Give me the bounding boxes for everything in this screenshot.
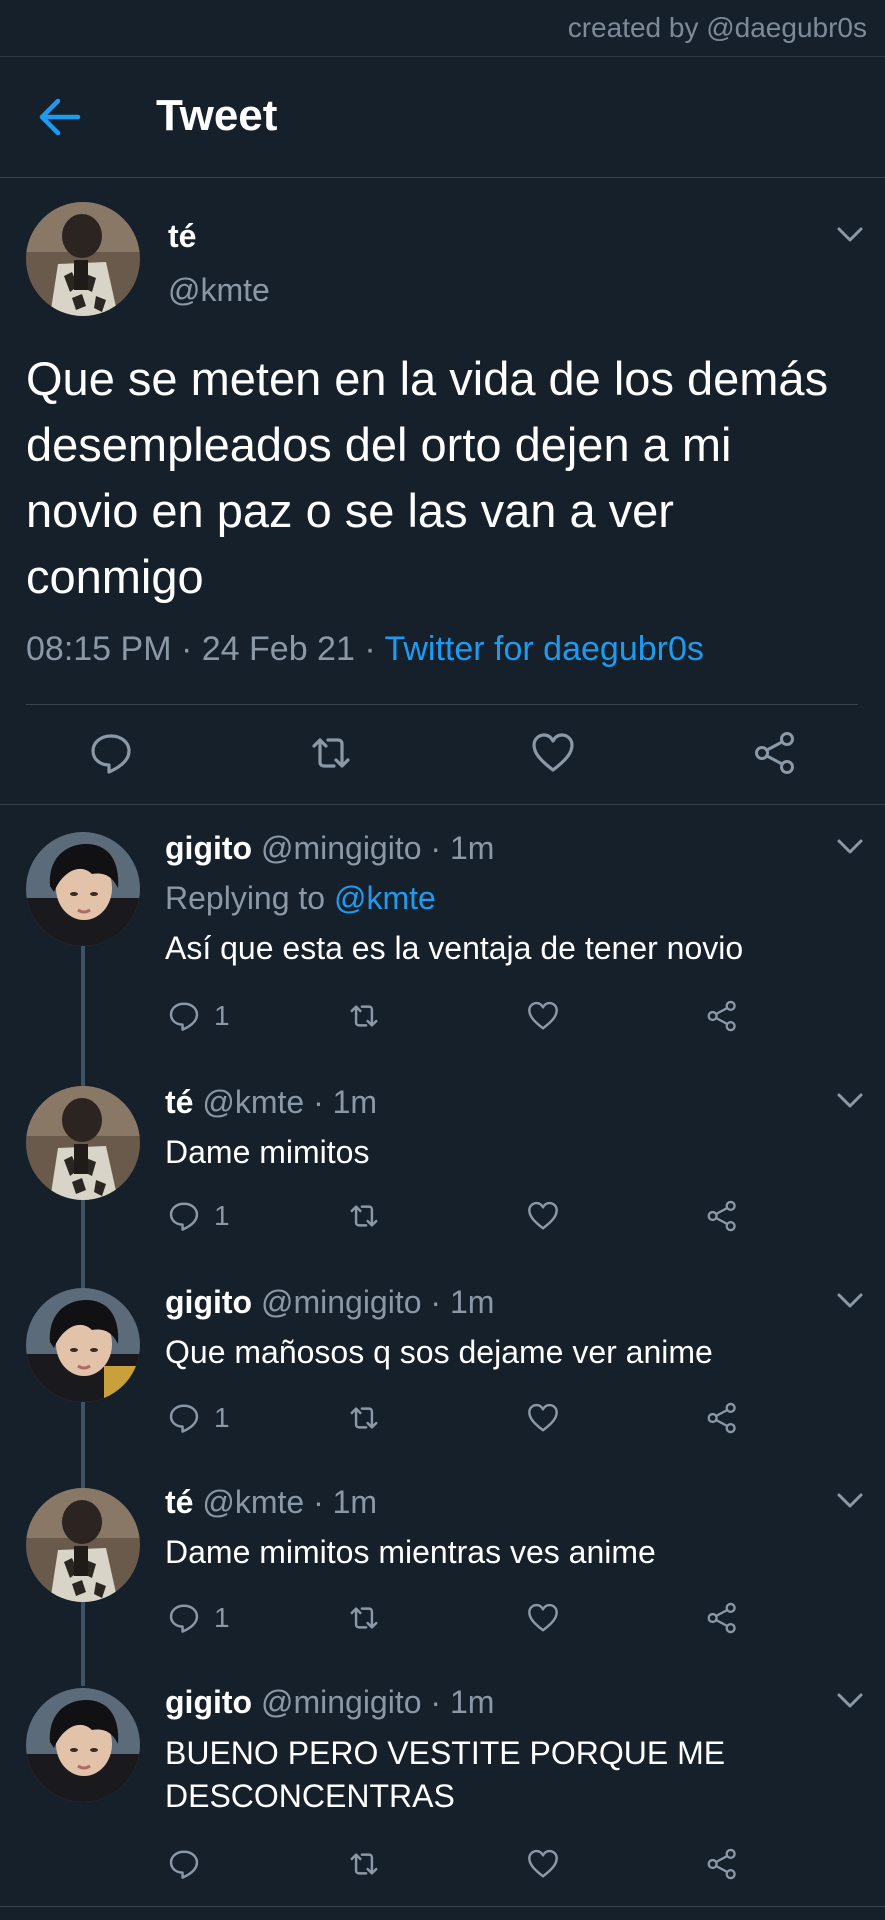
tweet-time: 08:15 PM xyxy=(26,630,172,668)
avatar-gigito[interactable] xyxy=(26,1688,140,1802)
reply-count: 1 xyxy=(214,1000,230,1031)
reply-button[interactable]: 1 xyxy=(166,1600,230,1636)
reply-author-handle[interactable]: @mingigito xyxy=(261,830,422,866)
reply-header: gigito @mingigito · 1m xyxy=(165,830,495,866)
arrow-left-icon[interactable] xyxy=(38,97,82,137)
retweet-icon[interactable] xyxy=(346,1600,382,1636)
reply-header: gigito @mingigito · 1m xyxy=(165,1684,495,1720)
reply-time: 1m xyxy=(449,1684,495,1720)
avatar-te[interactable] xyxy=(26,1488,140,1602)
reply-author-handle[interactable]: @kmte xyxy=(202,1084,304,1120)
share-icon[interactable] xyxy=(704,1600,740,1636)
share-icon[interactable] xyxy=(704,998,740,1034)
reply-text: BUENO PERO VESTITE PORQUE ME DESCONCENTR… xyxy=(165,1735,726,1814)
reply-count: 1 xyxy=(214,1200,230,1231)
chevron-down-icon[interactable] xyxy=(836,1692,864,1710)
app-header: Tweet xyxy=(0,57,885,178)
author-handle[interactable]: @kmte xyxy=(168,272,270,309)
avatar-te[interactable] xyxy=(26,202,140,316)
retweet-icon[interactable] xyxy=(346,998,382,1034)
reply-time: 1m xyxy=(449,830,495,866)
reply-text: Dame mimitos mientras ves anime xyxy=(165,1534,656,1570)
share-icon[interactable] xyxy=(704,1846,740,1882)
retweet-icon[interactable] xyxy=(346,1198,382,1234)
tweet-source[interactable]: Twitter for daegubr0s xyxy=(384,630,703,668)
reply-author-name[interactable]: gigito xyxy=(165,1684,252,1720)
reply-time: 1m xyxy=(332,1084,378,1120)
avatar-gigito[interactable] xyxy=(26,1288,140,1402)
heart-icon[interactable] xyxy=(528,728,578,778)
replying-to: Replying to @kmte xyxy=(165,880,436,917)
reply-count: 1 xyxy=(214,1402,230,1433)
share-icon[interactable] xyxy=(704,1400,740,1436)
reply-author-handle[interactable]: @mingigito xyxy=(261,1684,422,1720)
reply-icon[interactable] xyxy=(166,1846,202,1882)
reply-icon xyxy=(169,1604,199,1633)
chevron-down-icon[interactable] xyxy=(836,226,864,244)
reply-author-name[interactable]: té xyxy=(165,1484,193,1520)
avatar-te[interactable] xyxy=(26,1086,140,1200)
reply-icon xyxy=(169,1404,199,1433)
reply-button[interactable]: 1 xyxy=(166,998,230,1034)
retweet-icon[interactable] xyxy=(346,1846,382,1882)
reply-author-name[interactable]: gigito xyxy=(165,1284,252,1320)
reply-author-name[interactable]: gigito xyxy=(165,830,252,866)
reply-time: 1m xyxy=(449,1284,495,1320)
reply-header: gigito @mingigito · 1m xyxy=(165,1284,495,1320)
heart-icon[interactable] xyxy=(525,1846,561,1882)
divider xyxy=(26,704,858,705)
reply-author-name[interactable]: té xyxy=(165,1084,193,1120)
reply-button[interactable]: 1 xyxy=(166,1198,230,1234)
reply-icon[interactable] xyxy=(86,728,136,778)
heart-icon[interactable] xyxy=(525,1198,561,1234)
chevron-down-icon[interactable] xyxy=(836,1492,864,1510)
divider xyxy=(0,1906,885,1907)
avatar-gigito[interactable] xyxy=(26,832,140,946)
heart-icon[interactable] xyxy=(525,1600,561,1636)
chevron-down-icon[interactable] xyxy=(836,1092,864,1110)
chevron-down-icon[interactable] xyxy=(836,838,864,856)
tweet-text: Que se meten en la vida de los demás des… xyxy=(26,352,829,603)
reply-text: Que mañosos q sos dejame ver anime xyxy=(165,1334,713,1370)
reply-text: Así que esta es la ventaja de tener novi… xyxy=(165,930,744,966)
reply-text: Dame mimitos xyxy=(165,1134,370,1170)
author-name[interactable]: té xyxy=(168,218,196,255)
reply-icon xyxy=(169,1202,199,1231)
reply-count: 1 xyxy=(214,1602,230,1633)
chevron-down-icon[interactable] xyxy=(836,1292,864,1310)
reply-icon xyxy=(169,1002,199,1031)
page-title: Tweet xyxy=(156,91,278,140)
tweet-meta: 08:15 PM · 24 Feb 21 · Twitter for daegu… xyxy=(26,630,704,668)
replying-to-mention[interactable]: @kmte xyxy=(334,880,436,916)
share-icon[interactable] xyxy=(704,1198,740,1234)
heart-icon[interactable] xyxy=(525,998,561,1034)
replying-to-label: Replying to xyxy=(165,880,326,916)
reply-author-handle[interactable]: @kmte xyxy=(202,1484,304,1520)
reply-button[interactable]: 1 xyxy=(166,1400,230,1436)
retweet-icon[interactable] xyxy=(346,1400,382,1436)
reply-author-handle[interactable]: @mingigito xyxy=(261,1284,422,1320)
share-icon[interactable] xyxy=(750,728,800,778)
reply-header: té @kmte · 1m xyxy=(165,1084,378,1120)
tweet-date: 24 Feb 21 xyxy=(201,630,355,668)
divider xyxy=(0,804,885,805)
heart-icon[interactable] xyxy=(525,1400,561,1436)
reply-time: 1m xyxy=(332,1484,378,1520)
retweet-icon[interactable] xyxy=(306,728,356,778)
watermark-credit: created by @daegubr0s xyxy=(567,12,867,43)
reply-header: té @kmte · 1m xyxy=(165,1484,378,1520)
